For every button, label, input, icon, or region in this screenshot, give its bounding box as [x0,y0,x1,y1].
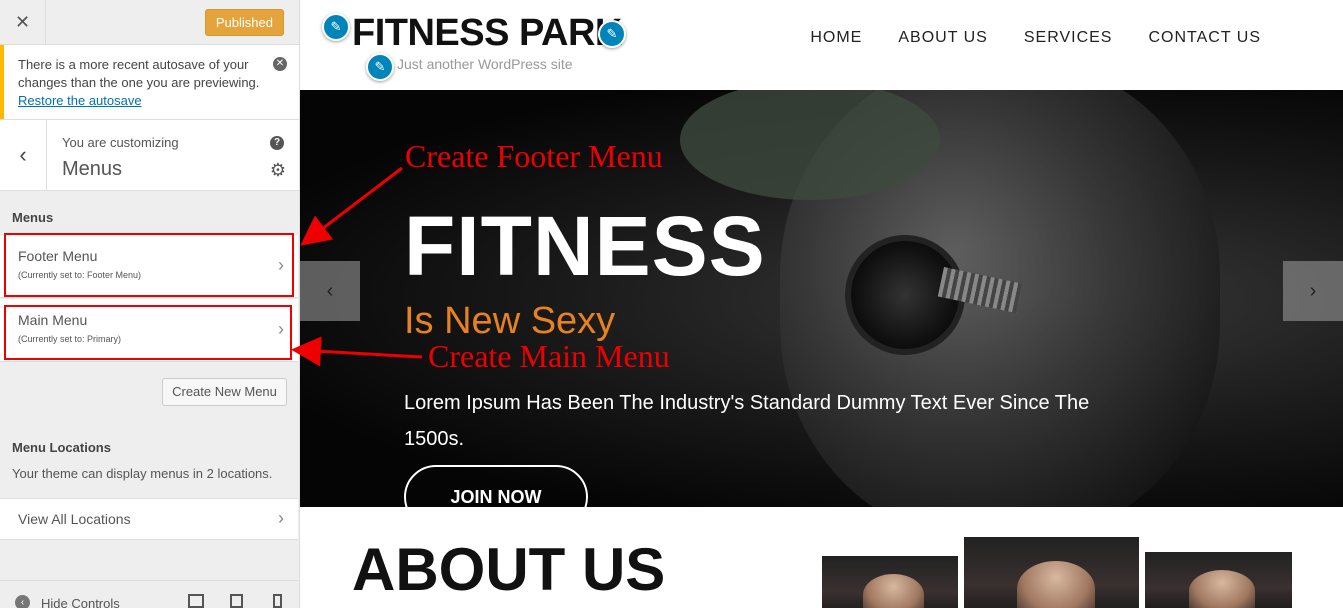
restore-autosave-link[interactable]: Restore the autosave [18,93,142,108]
create-new-menu-button[interactable]: Create New Menu [162,378,287,406]
about-image-face [1016,561,1096,608]
back-arrow-icon[interactable]: ‹ [0,120,47,190]
slider-next-button[interactable]: › [1283,261,1343,321]
autosave-notice-text: There is a more recent autosave of your … [18,57,260,90]
view-all-locations-label: View All Locations [18,511,131,527]
annotation-footer-text: Create Footer Menu [405,138,663,174]
customizer-topbar: ✕ Published [0,0,299,45]
annotation-highlight-main [4,305,292,360]
about-image-2 [964,537,1139,608]
view-all-locations[interactable]: View All Locations › [0,498,298,540]
edit-title-pencil-icon[interactable]: ✎ [322,13,350,41]
nav-item-about[interactable]: ABOUT US [898,29,988,47]
about-image-face [862,574,924,608]
help-icon[interactable]: ? [270,136,284,150]
customizing-label: You are customizing [62,135,179,150]
customizing-title: Menus [62,158,123,180]
nav-item-contact[interactable]: CONTACT US [1148,29,1261,47]
customizer-footer: ‹ Hide Controls [0,580,299,608]
about-image-3 [1145,552,1292,608]
about-us-heading: ABOUT US [352,536,666,603]
nav-item-home[interactable]: HOME [810,29,862,47]
nav-item-services[interactable]: SERVICES [1024,29,1113,47]
join-now-button[interactable]: JOIN NOW [404,465,588,507]
site-title[interactable]: FITNESS PARK [352,12,622,55]
site-header: FITNESS PARK Just another WordPress site… [300,0,1343,90]
annotation-highlight-footer [4,233,294,297]
autosave-notice: There is a more recent autosave of your … [0,45,299,119]
chevron-right-icon: › [278,508,284,528]
hide-controls-icon[interactable]: ‹ [15,595,30,608]
site-tagline: Just another WordPress site [397,56,573,72]
tablet-preview-icon[interactable] [230,594,243,608]
customizer-section-header: ‹ You are customizing Menus ? ⚙ [0,119,299,191]
edit-tagline-pencil-icon[interactable]: ✎ [366,53,394,81]
edit-pencil-icon[interactable]: ✎ [598,20,626,48]
hide-controls-label[interactable]: Hide Controls [41,596,120,608]
gear-icon[interactable]: ⚙ [270,160,286,181]
about-image-face [1189,570,1256,608]
main-navigation: HOME ABOUT US SERVICES CONTACT US [810,29,1261,47]
mobile-preview-icon[interactable] [273,594,282,608]
menus-heading: Menus [12,210,54,225]
desktop-preview-icon[interactable] [188,594,204,608]
menu-locations-heading: Menu Locations [12,440,111,455]
slider-prev-button[interactable]: ‹ [300,261,360,321]
hero-text: Lorem Ipsum Has Been The Industry's Stan… [404,392,1090,450]
hero-title: FITNESS [404,199,766,293]
annotation-main-text: Create Main Menu [428,338,670,374]
close-icon[interactable]: ✕ [0,0,46,45]
about-image-1 [822,556,958,608]
menu-locations-description: Your theme can display menus in 2 locati… [12,466,273,481]
dismiss-icon[interactable]: ✕ [273,57,287,71]
site-preview: FITNESS PARK Just another WordPress site… [300,0,1343,608]
hero-subtitle: Is New Sexy [404,300,616,342]
customizer-sidebar: ✕ Published There is a more recent autos… [0,0,300,608]
publish-button[interactable]: Published [204,9,284,36]
